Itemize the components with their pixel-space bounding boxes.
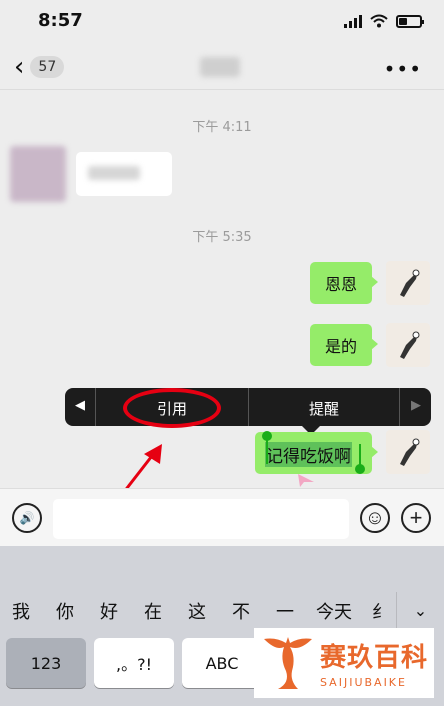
candidate-word[interactable]: 今天 bbox=[316, 598, 352, 624]
wifi-icon bbox=[370, 14, 388, 28]
highlight-circle-annotation bbox=[123, 388, 221, 428]
chevron-left-icon: ‹ bbox=[14, 52, 25, 82]
battery-icon bbox=[396, 14, 424, 28]
outgoing-message-bubble[interactable]: 是的 bbox=[310, 324, 378, 366]
voice-input-button[interactable]: 🔊 bbox=[12, 503, 42, 533]
voice-icon: 🔊 bbox=[19, 511, 35, 525]
candidate-word[interactable]: 我 bbox=[12, 598, 30, 624]
more-functions-button[interactable]: + bbox=[401, 503, 431, 533]
more-options-button[interactable]: ••• bbox=[384, 57, 422, 81]
message-text: 是的 bbox=[324, 337, 357, 356]
emoji-button[interactable]: ☺ bbox=[360, 503, 390, 533]
key-numbers[interactable]: 123 bbox=[6, 638, 86, 688]
message-context-menu: ◀ 引用 提醒 ▶ bbox=[65, 388, 431, 426]
message-text-input[interactable] bbox=[53, 499, 349, 539]
my-avatar[interactable] bbox=[386, 323, 430, 367]
chat-nav-bar: ‹ 57 ••• bbox=[0, 44, 444, 90]
plus-icon: + bbox=[409, 505, 423, 530]
menu-divider bbox=[248, 388, 249, 426]
incoming-message-bubble[interactable] bbox=[76, 152, 172, 196]
timestamp: 下午 4:11 bbox=[192, 120, 252, 135]
menu-divider bbox=[95, 388, 96, 426]
watermark-logo: 赛玖百科 SAIJIUBAIKE bbox=[254, 628, 434, 698]
unread-count-badge: 57 bbox=[30, 56, 65, 78]
selected-text: 记得吃饭啊 bbox=[265, 442, 352, 467]
candidate-word[interactable]: 这 bbox=[188, 598, 206, 624]
key-abc[interactable]: ABC bbox=[182, 638, 262, 688]
selection-end-bar bbox=[359, 444, 361, 466]
key-punctuation[interactable]: ,。?! bbox=[94, 638, 174, 688]
selection-start-bar bbox=[266, 438, 268, 464]
status-time: 8:57 bbox=[38, 10, 83, 31]
outgoing-message-bubble[interactable]: 恩恩 bbox=[310, 262, 378, 304]
cursor-pointer-icon bbox=[298, 474, 314, 487]
candidate-word[interactable]: 好 bbox=[100, 598, 118, 624]
candidate-word[interactable]: 在 bbox=[144, 598, 162, 624]
expand-candidates-chevron-down-icon[interactable]: ⌄ bbox=[396, 592, 444, 628]
cellular-signal-icon bbox=[344, 14, 362, 28]
chat-title-blurred bbox=[200, 57, 240, 77]
my-avatar[interactable] bbox=[386, 261, 430, 305]
candidate-word[interactable]: 纟 bbox=[372, 598, 390, 624]
menu-next-arrow-icon[interactable]: ▶ bbox=[411, 398, 421, 413]
back-button[interactable]: ‹ 57 bbox=[14, 52, 65, 82]
menu-item-remind[interactable]: 提醒 bbox=[309, 398, 339, 419]
logo-text-en: SAIJIUBAIKE bbox=[320, 676, 407, 689]
candidate-word[interactable]: 不 bbox=[232, 598, 250, 624]
whale-tail-logo-icon bbox=[264, 637, 312, 689]
logo-text-cn: 赛玖百科 bbox=[320, 643, 429, 673]
status-bar: 8:57 bbox=[0, 0, 444, 44]
status-icons bbox=[344, 14, 424, 28]
candidate-bar: 我 你 好 在 这 不 一 今天 纟 ⌄ bbox=[0, 592, 444, 628]
message-text: 恩恩 bbox=[324, 275, 357, 294]
message-input-bar: 🔊 ☺ + bbox=[0, 488, 444, 546]
menu-divider bbox=[399, 388, 400, 426]
blurred-text bbox=[88, 166, 140, 180]
timestamp: 下午 5:35 bbox=[192, 230, 252, 245]
selection-end-handle[interactable] bbox=[355, 464, 365, 474]
candidate-word[interactable]: 你 bbox=[56, 598, 74, 624]
emoji-icon: ☺ bbox=[364, 506, 386, 529]
menu-prev-arrow-icon[interactable]: ◀ bbox=[75, 398, 85, 413]
contact-avatar[interactable] bbox=[10, 146, 66, 202]
my-avatar[interactable] bbox=[386, 430, 430, 474]
candidate-word[interactable]: 一 bbox=[276, 598, 294, 624]
